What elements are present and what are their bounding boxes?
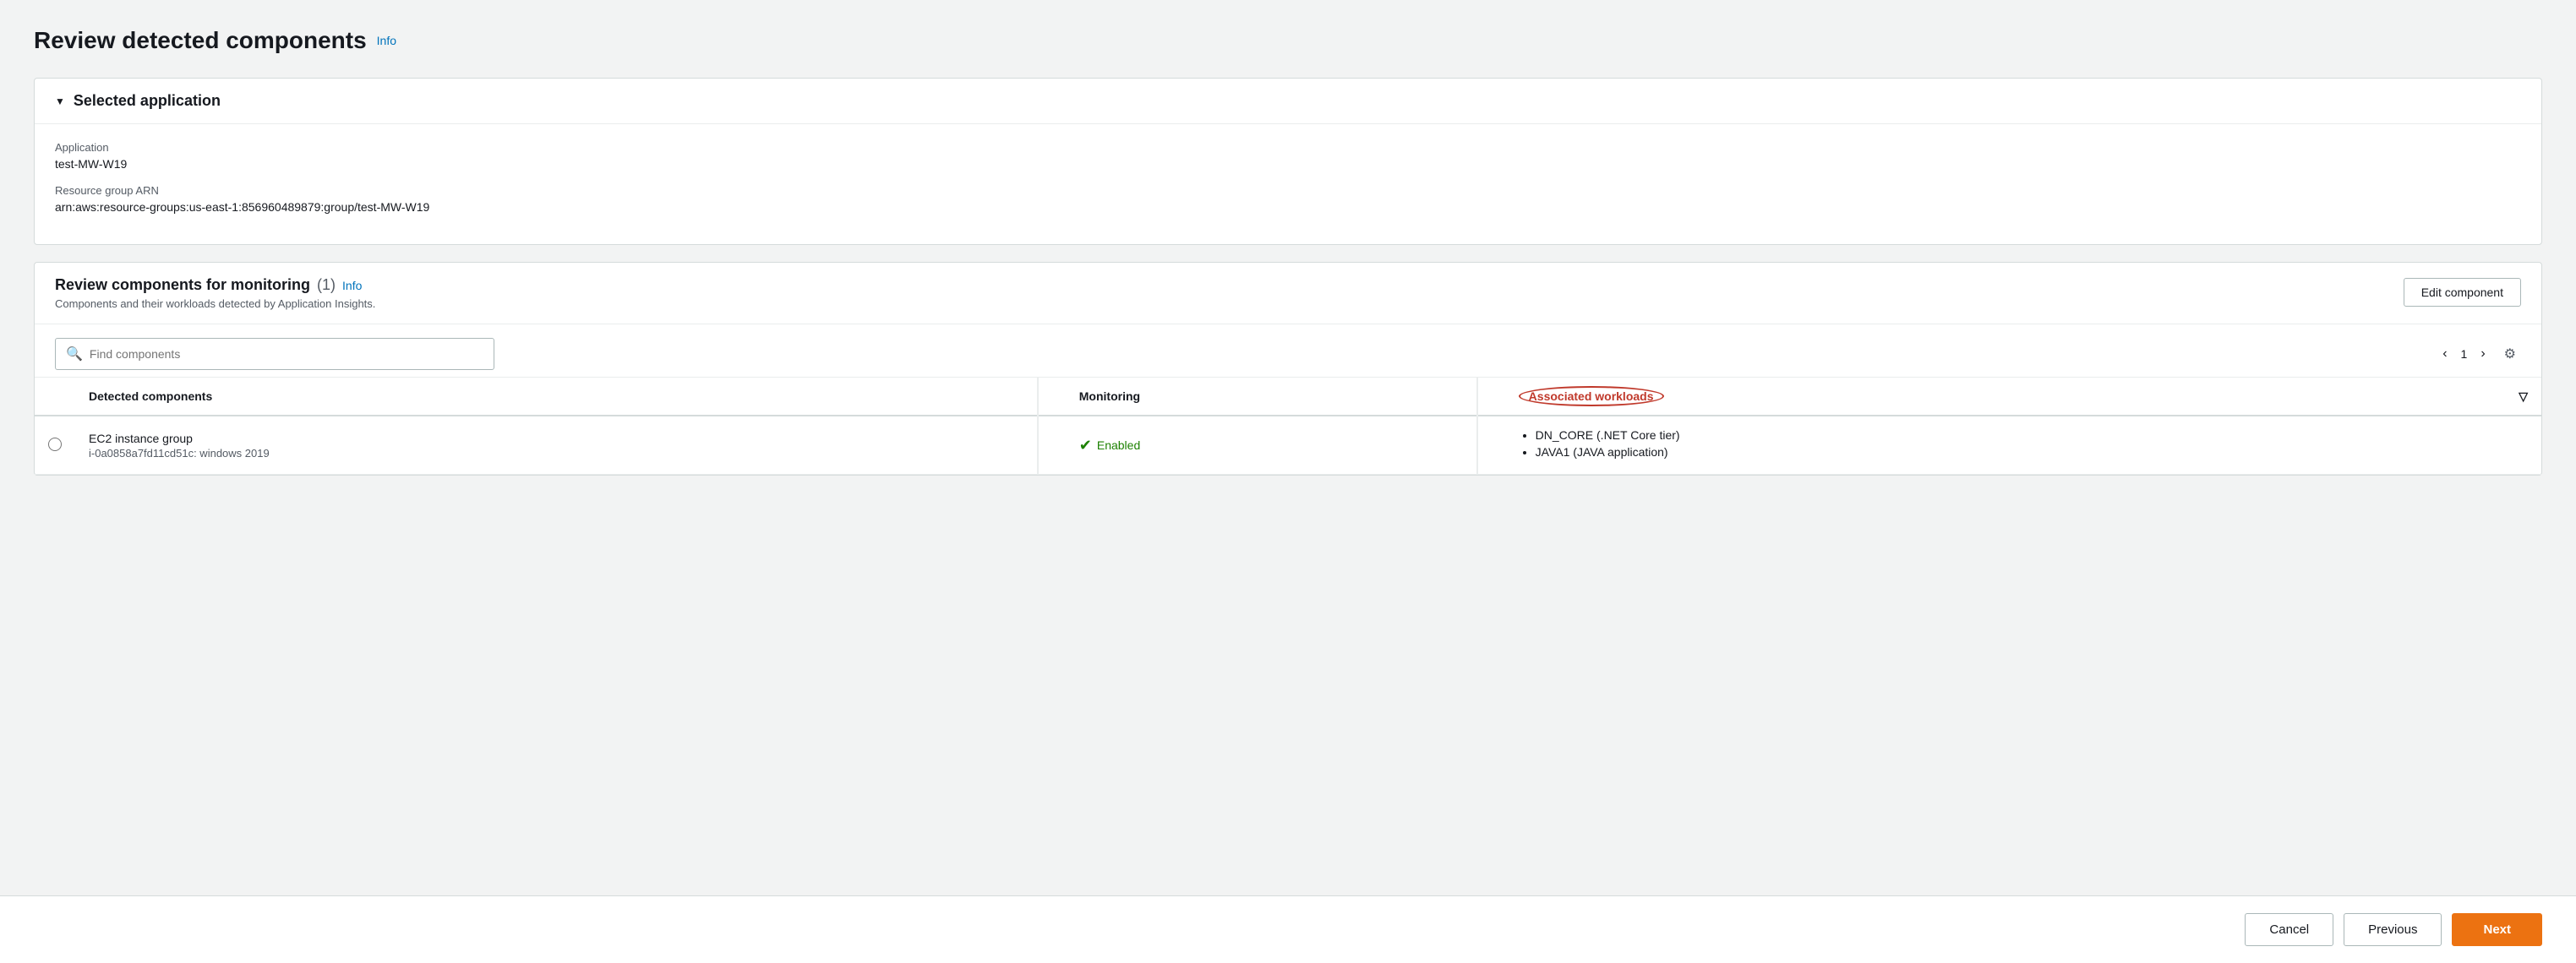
pagination-settings-button[interactable]: ⚙ bbox=[2499, 342, 2521, 366]
th-sort[interactable]: ▽ bbox=[2375, 378, 2541, 416]
row-radio-input[interactable] bbox=[48, 438, 62, 451]
table-header-row: Detected components Monitoring Associate… bbox=[35, 378, 2541, 416]
search-box: 🔍 bbox=[55, 338, 494, 370]
enabled-checkmark-icon: ✔ bbox=[1079, 437, 1092, 454]
row-divider-2 bbox=[1477, 416, 1505, 475]
bottom-bar: Cancel Previous Next bbox=[0, 895, 2576, 963]
search-icon: 🔍 bbox=[66, 345, 83, 362]
application-value: test-MW-W19 bbox=[55, 157, 2521, 171]
selected-application-card: ▼ Selected application Application test-… bbox=[34, 78, 2542, 245]
selected-application-header: ▼ Selected application bbox=[35, 79, 2541, 124]
edit-component-button[interactable]: Edit component bbox=[2404, 278, 2521, 307]
row-divider-1 bbox=[1038, 416, 1066, 475]
resource-group-value: arn:aws:resource-groups:us-east-1:856960… bbox=[55, 200, 2521, 214]
application-field-group: Application test-MW-W19 bbox=[55, 141, 2521, 171]
component-name: EC2 instance group bbox=[89, 432, 1023, 445]
th-monitoring: Monitoring bbox=[1066, 378, 1477, 416]
row-workloads-cell: DN_CORE (.NET Core tier) JAVA1 (JAVA appl… bbox=[1505, 416, 2375, 475]
collapse-icon[interactable]: ▼ bbox=[55, 95, 65, 107]
page-container: Review detected components Info ▼ Select… bbox=[0, 0, 2576, 520]
cancel-button[interactable]: Cancel bbox=[2245, 913, 2333, 946]
page-title: Review detected components bbox=[34, 27, 367, 54]
application-label: Application bbox=[55, 141, 2521, 154]
th-detected-components: Detected components bbox=[75, 378, 1038, 416]
selected-application-title: Selected application bbox=[74, 92, 221, 110]
th-radio bbox=[35, 378, 75, 416]
table-row: EC2 instance group i-0a0858a7fd11cd51c: w… bbox=[35, 416, 2541, 475]
monitoring-card-header: Review components for monitoring (1) Inf… bbox=[35, 263, 2541, 324]
monitoring-subtitle: Components and their workloads detected … bbox=[55, 297, 375, 310]
workload-item: DN_CORE (.NET Core tier) bbox=[1536, 428, 2361, 442]
resource-group-label: Resource group ARN bbox=[55, 184, 2521, 197]
monitoring-header-left: Review components for monitoring (1) Inf… bbox=[55, 276, 375, 310]
monitoring-info-link[interactable]: Info bbox=[342, 279, 362, 292]
th-divider-1 bbox=[1038, 378, 1066, 416]
table-body: EC2 instance group i-0a0858a7fd11cd51c: w… bbox=[35, 416, 2541, 475]
monitoring-title: Review components for monitoring bbox=[55, 276, 310, 294]
workloads-list: DN_CORE (.NET Core tier) JAVA1 (JAVA appl… bbox=[1519, 428, 2361, 459]
pagination-row: ‹ 1 › ⚙ bbox=[2436, 342, 2521, 366]
monitoring-card: Review components for monitoring (1) Inf… bbox=[34, 262, 2542, 476]
row-radio-cell bbox=[35, 416, 75, 475]
pagination-next-button[interactable]: › bbox=[2474, 343, 2491, 365]
row-component-name-cell: EC2 instance group i-0a0858a7fd11cd51c: w… bbox=[75, 416, 1038, 475]
page-info-link[interactable]: Info bbox=[377, 34, 396, 47]
monitoring-count: (1) bbox=[317, 276, 336, 294]
th-associated-workloads: Associated workloads bbox=[1505, 378, 2375, 416]
th-divider-2 bbox=[1477, 378, 1505, 416]
components-table: Detected components Monitoring Associate… bbox=[35, 377, 2541, 475]
search-row: 🔍 ‹ 1 › ⚙ bbox=[35, 324, 2541, 377]
row-sort-cell bbox=[2375, 416, 2541, 475]
pagination-page-num: 1 bbox=[2461, 347, 2468, 361]
monitoring-status: ✔ Enabled bbox=[1079, 437, 1463, 454]
pagination-prev-button[interactable]: ‹ bbox=[2436, 343, 2453, 365]
monitoring-title-row: Review components for monitoring (1) Inf… bbox=[55, 276, 375, 294]
resource-group-field-group: Resource group ARN arn:aws:resource-grou… bbox=[55, 184, 2521, 214]
next-button[interactable]: Next bbox=[2452, 913, 2542, 946]
selected-application-body: Application test-MW-W19 Resource group A… bbox=[35, 124, 2541, 244]
row-monitoring-cell: ✔ Enabled bbox=[1066, 416, 1477, 475]
page-title-row: Review detected components Info bbox=[34, 27, 2542, 54]
workload-item: JAVA1 (JAVA application) bbox=[1536, 445, 2361, 459]
search-input[interactable] bbox=[90, 347, 483, 361]
component-id: i-0a0858a7fd11cd51c: windows 2019 bbox=[89, 447, 1023, 460]
th-associated-workloads-label: Associated workloads bbox=[1519, 386, 1664, 406]
previous-button[interactable]: Previous bbox=[2344, 913, 2442, 946]
